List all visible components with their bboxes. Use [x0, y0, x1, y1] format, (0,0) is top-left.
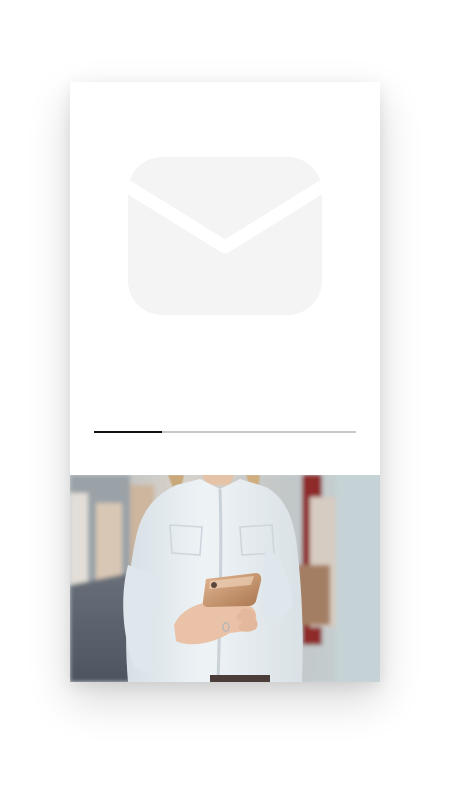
card-header [70, 82, 380, 475]
card [70, 82, 380, 682]
progress-bar [94, 431, 356, 433]
envelope-icon [128, 157, 322, 315]
progress-bar-fill [94, 431, 163, 433]
woman-holding-smartphone-image [70, 475, 380, 682]
